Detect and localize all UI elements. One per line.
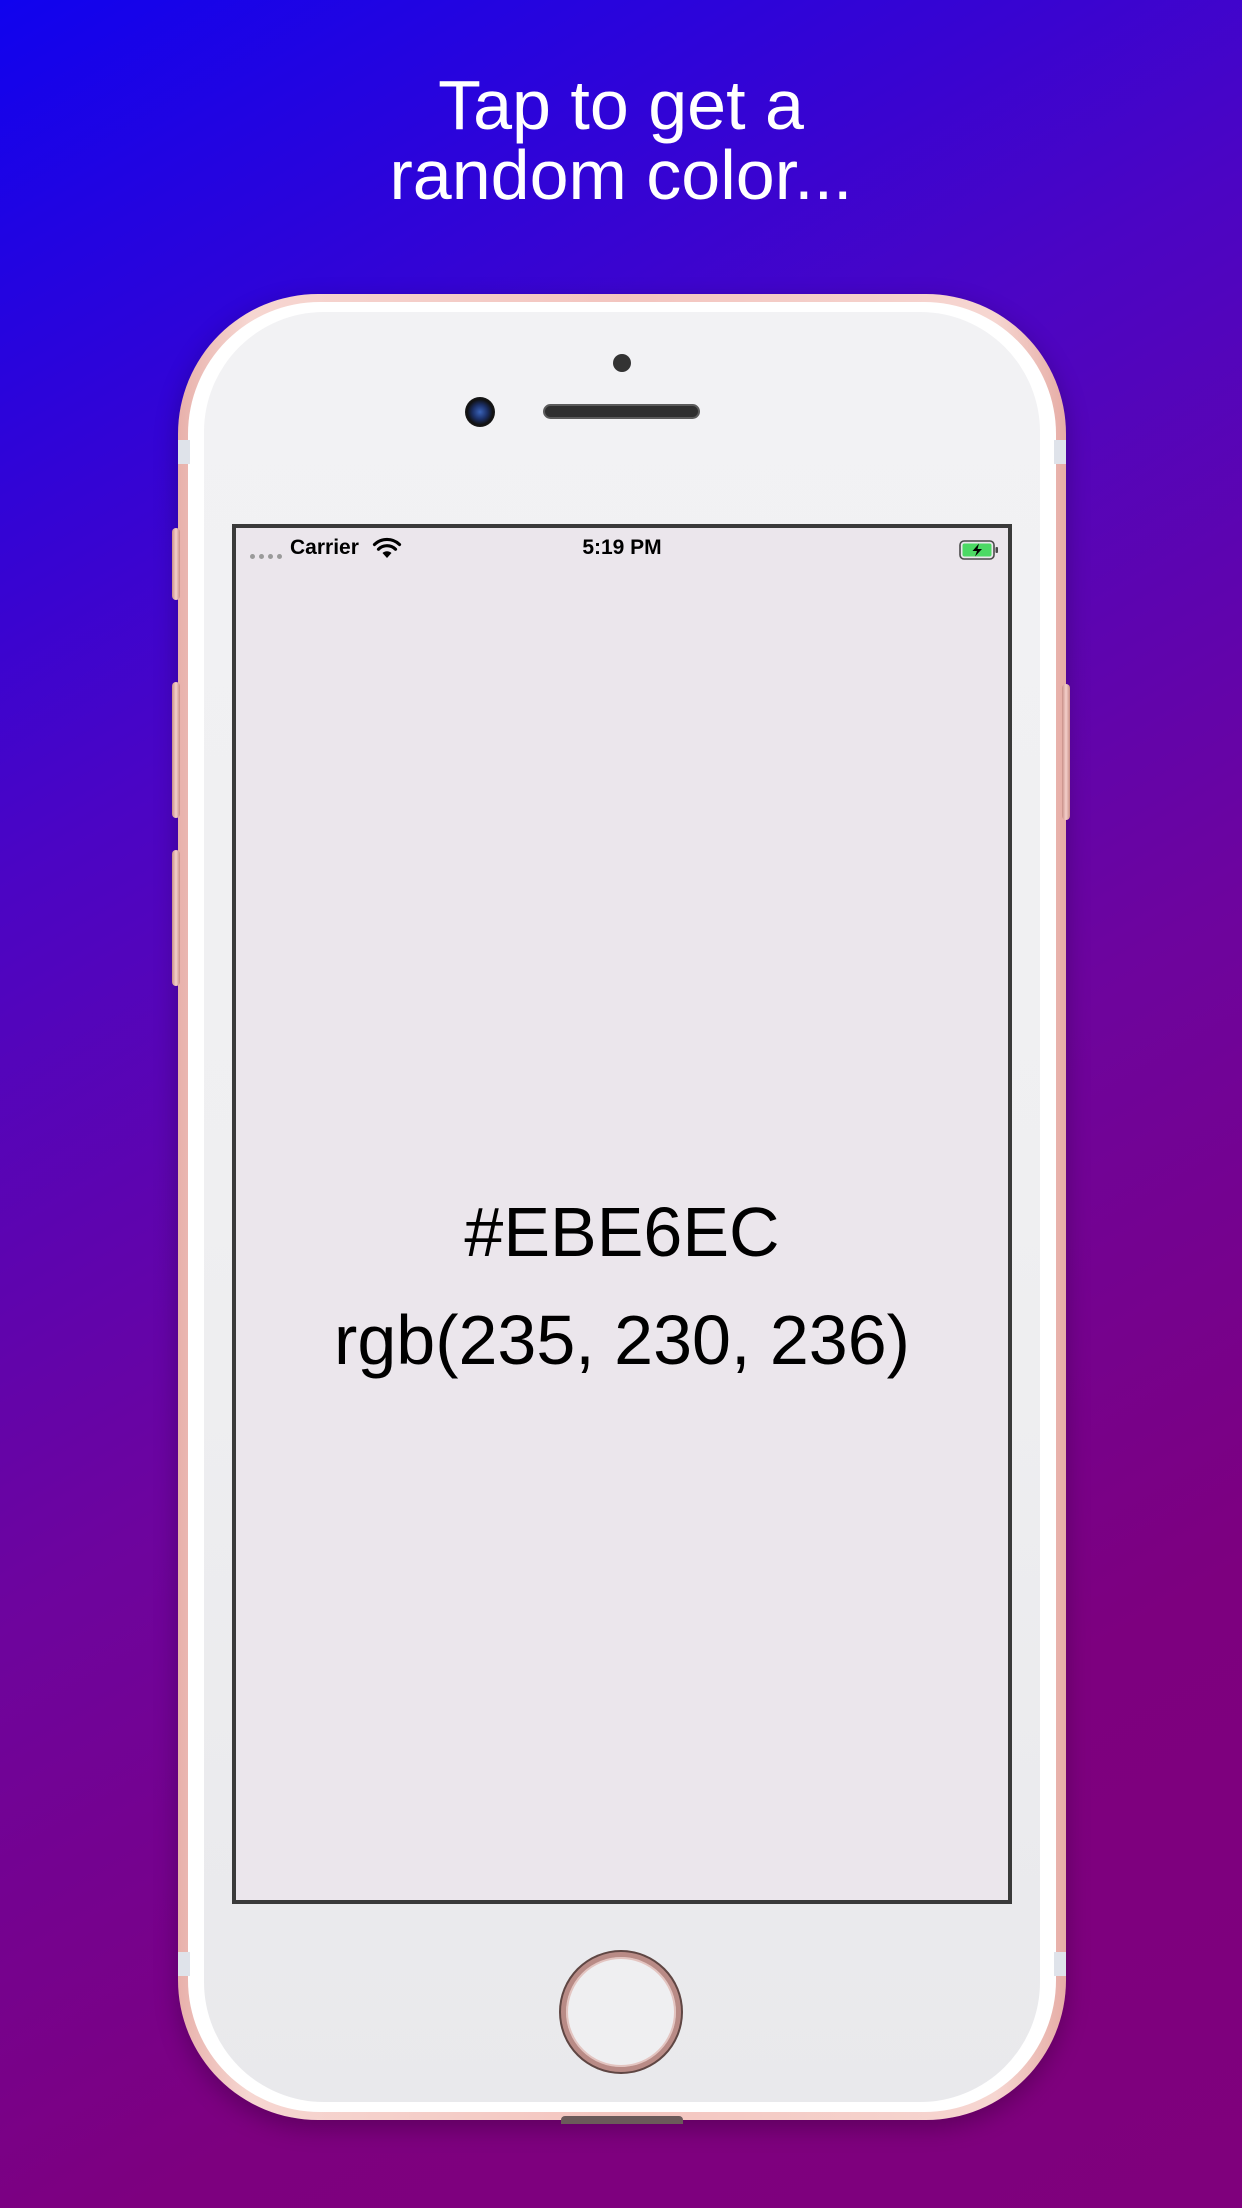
- headline: Tap to get a random color...: [0, 70, 1242, 210]
- home-button[interactable]: [561, 1952, 681, 2072]
- color-readout: #EBE6EC rgb(235, 230, 236): [236, 1178, 1008, 1394]
- front-camera-icon: [465, 397, 495, 427]
- volume-up-button: [172, 682, 180, 818]
- headline-line-1: Tap to get a: [438, 66, 804, 144]
- rgb-color-label: rgb(235, 230, 236): [334, 1301, 910, 1379]
- antenna-line-bottom-left: [178, 1952, 190, 1976]
- proximity-sensor: [613, 354, 631, 372]
- mute-switch: [172, 528, 180, 600]
- volume-down-button: [172, 850, 180, 986]
- hex-color-label: #EBE6EC: [464, 1193, 780, 1271]
- antenna-line-top-left: [178, 440, 190, 464]
- headline-line-2: random color...: [389, 136, 853, 214]
- antenna-line-top-right: [1054, 440, 1066, 464]
- antenna-line-bottom-right: [1054, 1952, 1066, 1976]
- lightning-port: [561, 2116, 683, 2124]
- battery-charging-icon: [959, 540, 998, 560]
- status-bar: Carrier 5:19 PM: [236, 528, 1008, 568]
- earpiece-speaker: [543, 404, 700, 419]
- app-screen[interactable]: Carrier 5:19 PM #EBE6EC rgb(235, 230, 23…: [232, 524, 1012, 1904]
- power-button: [1062, 684, 1070, 820]
- status-time: 5:19 PM: [582, 536, 662, 559]
